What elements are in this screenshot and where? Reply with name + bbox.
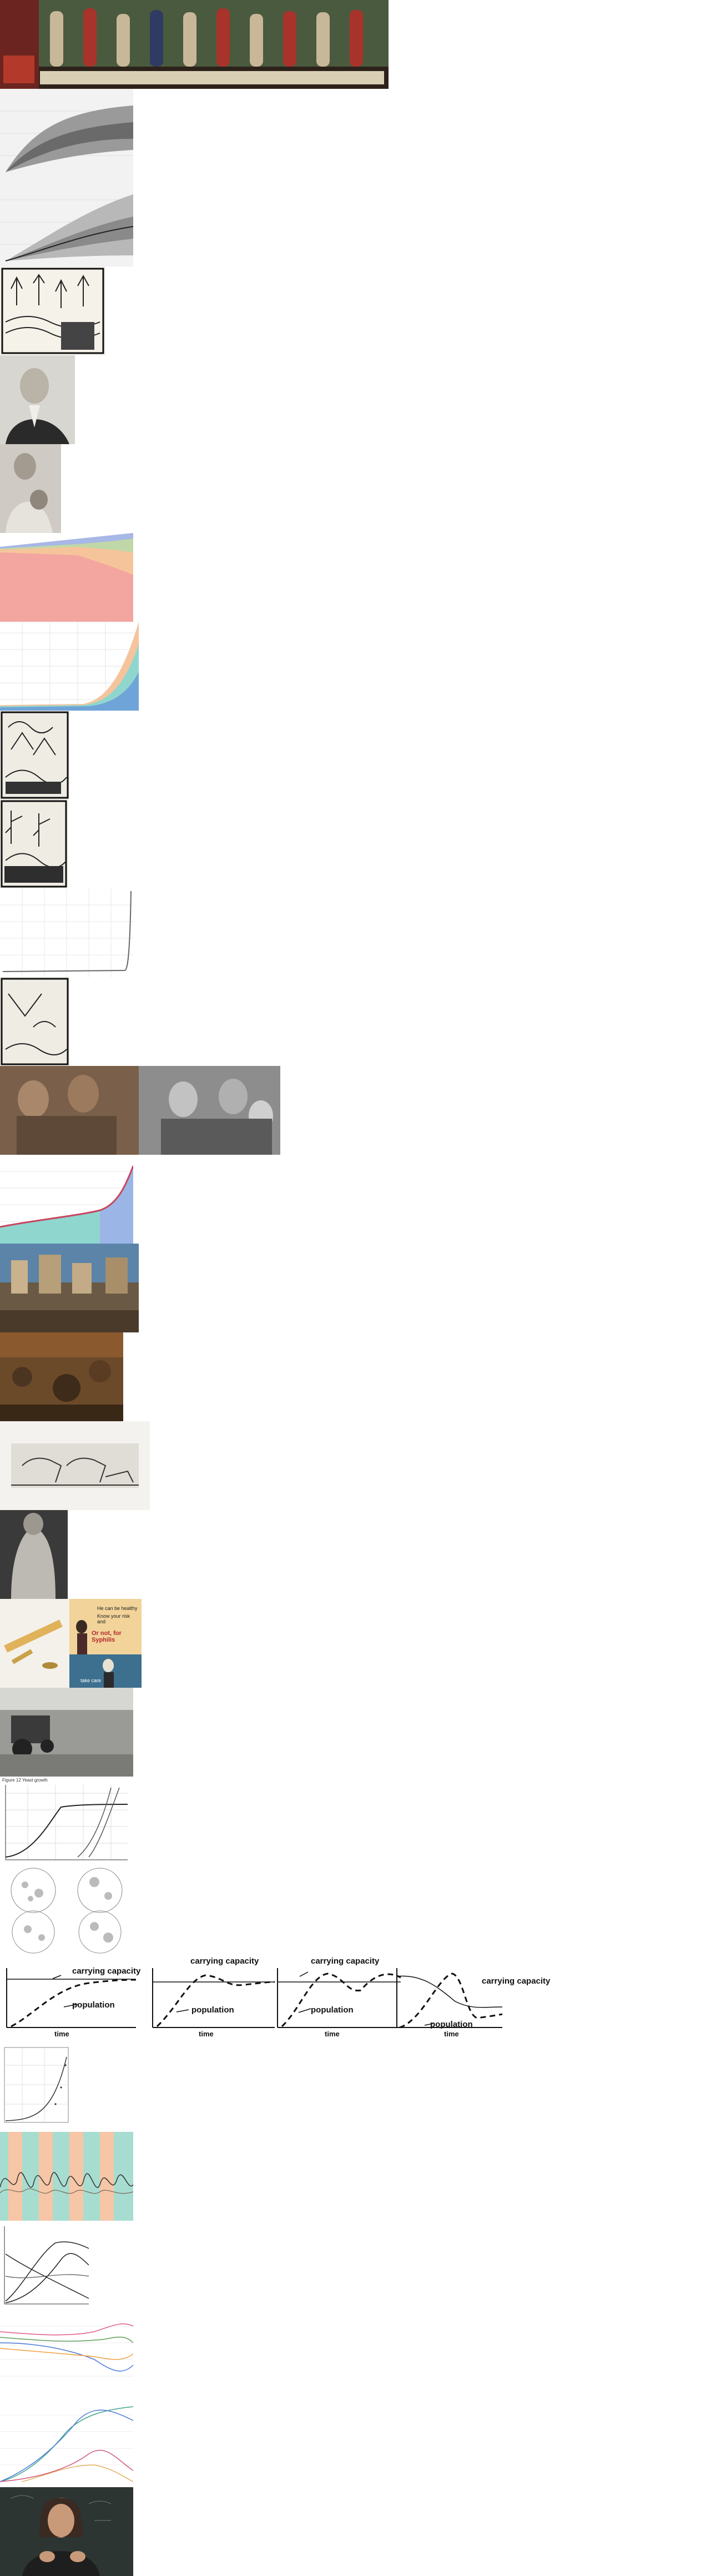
image-collage: { "poster": { "headline": "Or not, for S… — [0, 0, 706, 2576]
panel-3-carrying-capacity-label: carrying capacity — [311, 1956, 380, 1966]
poster-headline: Or not, for Syphilis — [92, 1630, 122, 1643]
multi-curve-plot — [0, 2221, 92, 2310]
historical-disease-photos — [0, 1066, 280, 1155]
yeast-growth-figure: Figure 12 Yeast growth — [0, 1777, 130, 1865]
woodcut-illustration — [0, 711, 69, 799]
poster-line-a: He can be healthy — [97, 1606, 138, 1611]
logistic-growth-panels: carrying capacity population time carryi… — [0, 1954, 555, 2043]
population-projection-fan-chart — [0, 89, 133, 266]
stacked-area-chart — [0, 533, 133, 622]
horse-plough-engraving — [0, 1421, 150, 1510]
world-population-growth-chart — [0, 622, 139, 711]
lecturer-photo — [0, 2487, 133, 2576]
panel-2-population-label: population — [191, 2005, 234, 2015]
panel-1-time-label: time — [54, 2030, 69, 2038]
panel-3-time-label: time — [325, 2030, 340, 2038]
woodcut-illustration-2 — [0, 799, 68, 888]
tractor-field-photo — [0, 1688, 133, 1777]
panel-4-carrying-capacity-label: carrying capacity — [482, 1976, 551, 1986]
exponential-curve-chart — [0, 888, 133, 977]
syphilis-poster: He can be healthy Know your risk and Or … — [69, 1599, 142, 1688]
panel-4-population-label: population — [430, 2020, 473, 2029]
woodcut-illustration-3 — [0, 977, 69, 1066]
multi-line-colored-chart — [0, 2310, 133, 2398]
triumph-of-death-painting — [0, 1332, 123, 1421]
poster-line-b: Know your risk and — [97, 1613, 130, 1624]
medical-instruments-photo — [0, 1599, 69, 1688]
scanned-growth-plot — [0, 2043, 72, 2132]
panel-3-population-label: population — [311, 2005, 354, 2015]
poster-line-c: take care — [80, 1678, 102, 1683]
figure-caption: Figure 12 Yeast growth — [2, 1778, 48, 1783]
dance-of-death-woodcut — [0, 266, 105, 355]
panel-1-population-label: population — [72, 2000, 115, 2010]
portrait-engraving — [0, 355, 75, 444]
mother-and-child-photo — [0, 444, 61, 533]
population-area-chart — [0, 1155, 133, 1244]
medieval-dance-of-death-painting — [0, 0, 389, 89]
panel-2-time-label: time — [199, 2030, 214, 2038]
petri-dish-maps — [0, 1865, 133, 1954]
population-cycle-chart — [0, 2132, 133, 2221]
life-expectancy-lines-chart — [0, 2398, 133, 2487]
panel-4-time-label: time — [444, 2030, 459, 2038]
panel-2-carrying-capacity-label: carrying capacity — [190, 1956, 259, 1966]
clinical-photo — [0, 1510, 68, 1599]
panel-1-carrying-capacity-label: carrying capacity — [72, 1966, 141, 1976]
plague-city-painting — [0, 1244, 139, 1332]
